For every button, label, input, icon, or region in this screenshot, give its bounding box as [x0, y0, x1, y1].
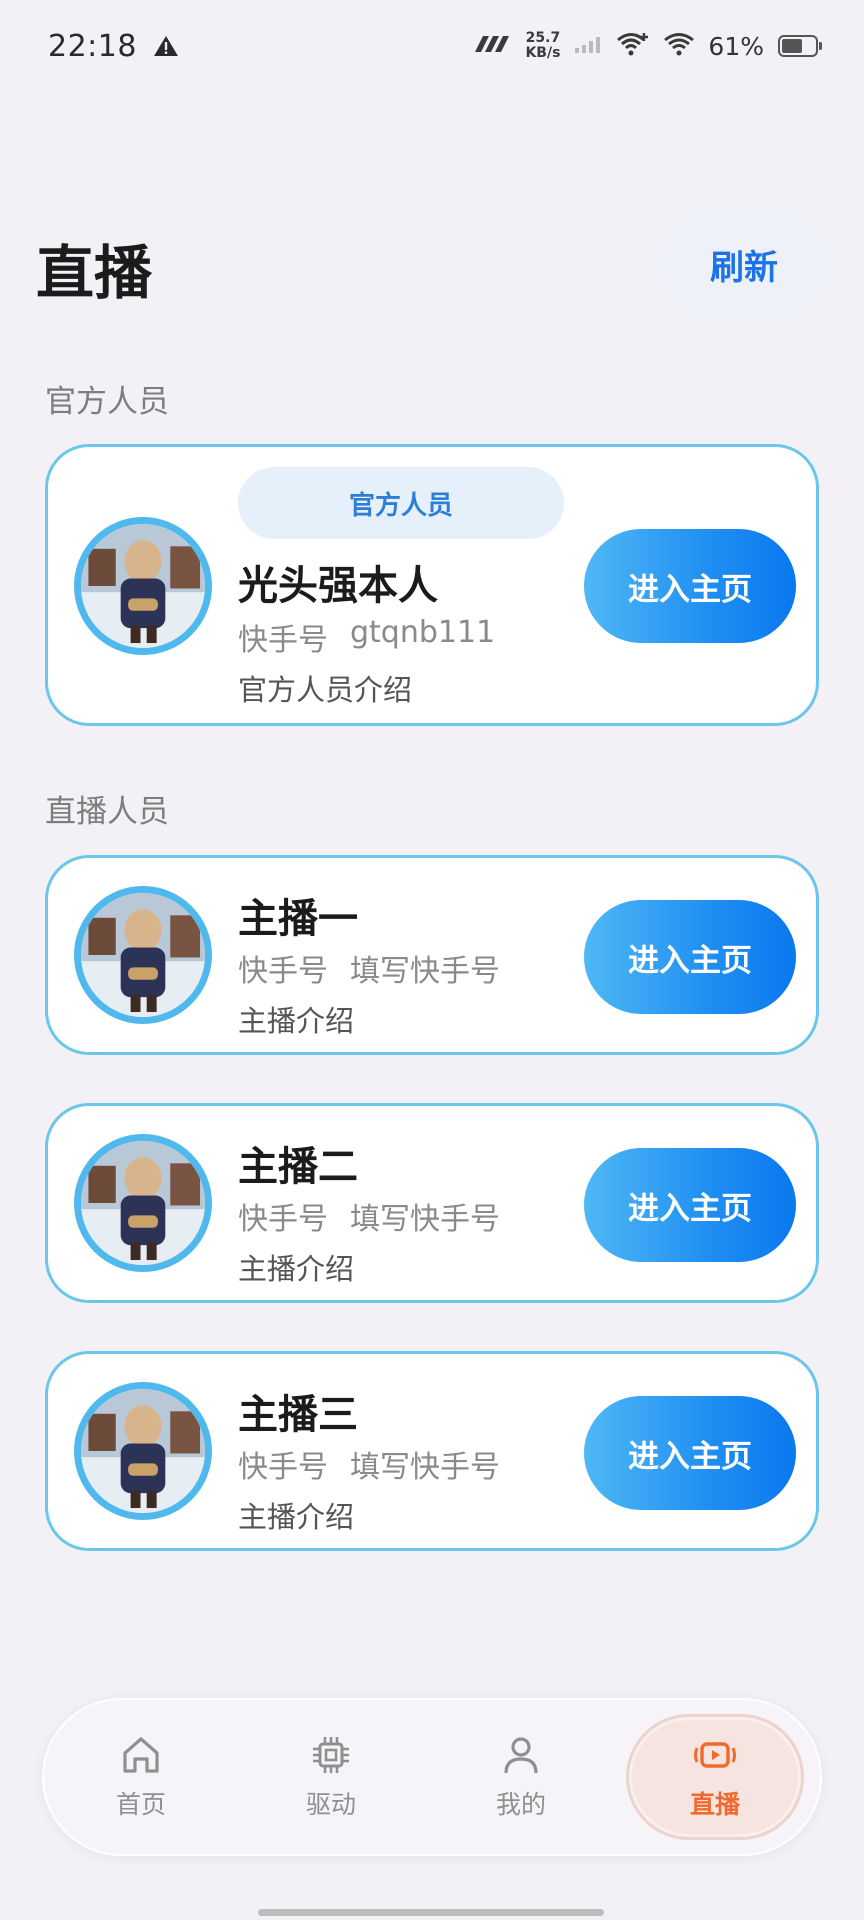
nav-label-live: 直播: [689, 1790, 740, 1819]
status-bar: 22:18 25.7 KB/s 61%: [0, 0, 864, 92]
home-indicator[interactable]: [258, 1909, 604, 1916]
avatar[interactable]: [74, 517, 212, 655]
net-speed: 25.7 KB/s: [525, 31, 560, 61]
nav-item-home[interactable]: 首页: [46, 1698, 236, 1856]
streamer-card: 主播二 快手号 填写快手号 主播介绍 进入主页: [45, 1103, 819, 1303]
status-time: 22:18: [48, 28, 137, 64]
battery-fill: [782, 39, 802, 53]
avatar[interactable]: [74, 1134, 212, 1272]
section-label-official: 官方人员: [45, 384, 169, 420]
streamer-kuaishou: 快手号 填写快手号: [238, 1194, 500, 1238]
page-title: 直播: [36, 239, 153, 307]
battery-percent: 61%: [708, 31, 764, 61]
status-right: 25.7 KB/s 61%: [473, 31, 822, 61]
avatar-image: [81, 893, 205, 1017]
official-kuaishou: 快手号 gtqnb111: [238, 615, 495, 659]
streamer-kuaishou: 快手号 填写快手号: [238, 1442, 500, 1486]
status-left: 22:18: [48, 29, 179, 64]
official-intro: 官方人员介绍: [238, 673, 413, 707]
section-label-streamers: 直播人员: [45, 794, 169, 830]
home-icon: [123, 1737, 159, 1773]
person-icon: [504, 1737, 538, 1774]
streamer-name: 主播三: [238, 1392, 358, 1438]
wifi-icon: [664, 32, 695, 60]
streamer-card: 主播一 快手号 填写快手号 主播介绍 进入主页: [45, 855, 819, 1055]
battery-icon: [778, 35, 822, 57]
kuaishou-value: 填写快手号: [350, 1202, 500, 1237]
refresh-button[interactable]: 刷新: [658, 206, 830, 322]
avatar-image: [81, 1141, 205, 1265]
nav-item-live[interactable]: 直播: [626, 1714, 804, 1840]
net-speed-unit: KB/s: [525, 45, 561, 61]
kuaishou-label: 快手号: [238, 1202, 328, 1237]
streamer-intro: 主播介绍: [238, 1004, 355, 1038]
streamer-intro: 主播介绍: [238, 1252, 355, 1286]
streamer-kuaishou: 快手号 填写快手号: [238, 946, 500, 990]
enter-homepage-button[interactable]: 进入主页: [584, 1396, 796, 1510]
kuaishou-value: gtqnb111: [350, 615, 496, 650]
streamer-name: 主播二: [238, 1144, 358, 1190]
bottom-nav: 首页 驱动 我的 直播: [42, 1698, 822, 1856]
net-speed-value: 25.7: [525, 30, 561, 46]
nav-label-driver: 驱动: [305, 1790, 356, 1819]
avatar[interactable]: [74, 1382, 212, 1520]
enter-homepage-button[interactable]: 进入主页: [584, 1148, 796, 1262]
nav-label-mine: 我的: [495, 1790, 546, 1819]
enter-homepage-button[interactable]: 进入主页: [584, 529, 796, 643]
signal-icon: [574, 34, 602, 58]
streamer-intro: 主播介绍: [238, 1500, 355, 1534]
enter-homepage-button[interactable]: 进入主页: [584, 900, 796, 1014]
nav-item-driver[interactable]: 驱动: [236, 1698, 426, 1856]
kuaishou-label: 快手号: [238, 1450, 328, 1485]
avatar-image: [81, 524, 205, 648]
avatar[interactable]: [74, 886, 212, 1024]
warning-icon: [153, 34, 179, 58]
chip-icon: [313, 1737, 349, 1773]
official-card: 官方人员 光头强本人 快手号 gtqnb111 官方人员介绍 进入主页: [45, 444, 819, 726]
kuaishou-value: 填写快手号: [350, 1450, 500, 1485]
kuaishou-value: 填写快手号: [350, 954, 500, 989]
wifi-plus-icon: [616, 31, 650, 61]
streamer-card: 主播三 快手号 填写快手号 主播介绍 进入主页: [45, 1351, 819, 1551]
kuaishou-label: 快手号: [238, 623, 328, 658]
official-badge: 官方人员: [238, 467, 564, 539]
kuaishou-label: 快手号: [238, 954, 328, 989]
streamer-name: 主播一: [238, 896, 358, 942]
avatar-image: [81, 1389, 205, 1513]
nav-label-home: 首页: [115, 1790, 166, 1819]
live-video-icon: [694, 1742, 736, 1768]
hyperos-logo-icon: [473, 34, 511, 58]
nav-item-mine[interactable]: 我的: [426, 1698, 616, 1856]
official-name: 光头强本人: [238, 563, 438, 609]
